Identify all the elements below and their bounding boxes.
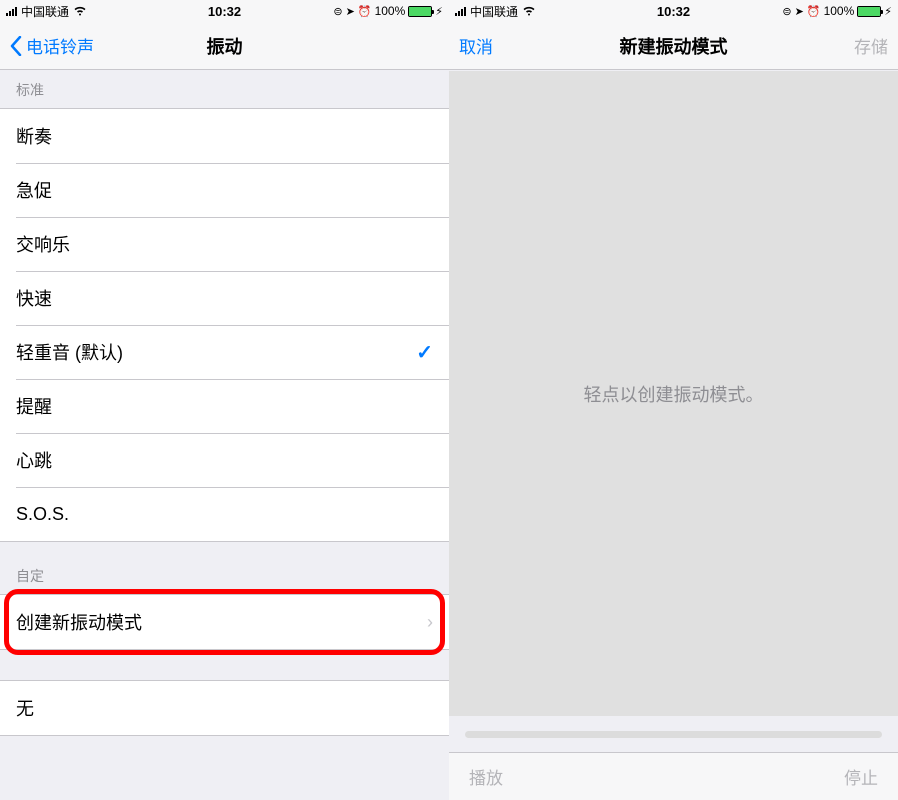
status-right: ⊜ ➤ ⏰ 100% ⚡︎ bbox=[333, 4, 443, 18]
checkmark-icon: ✓ bbox=[416, 340, 433, 365]
standard-list: 断奏 急促 交响乐 快速 轻重音 (默认) ✓ 提醒 心跳 S.O.S. bbox=[0, 108, 449, 542]
wifi-icon bbox=[73, 6, 87, 16]
vibration-option[interactable]: S.O.S. bbox=[0, 487, 449, 541]
wifi-icon bbox=[522, 6, 536, 16]
toolbar: 播放 停止 bbox=[449, 752, 898, 800]
nav-bar: 取消 新建振动模式 存储 bbox=[449, 22, 898, 70]
vibration-option[interactable]: 急促 bbox=[0, 163, 449, 217]
timeline-track bbox=[465, 731, 882, 738]
vibration-option[interactable]: 心跳 bbox=[0, 433, 449, 487]
cancel-button[interactable]: 取消 bbox=[459, 33, 539, 58]
play-button[interactable]: 播放 bbox=[469, 764, 503, 789]
location-icon: ➤ bbox=[346, 5, 355, 18]
cancel-label: 取消 bbox=[459, 33, 493, 58]
option-label: 断奏 bbox=[16, 123, 52, 149]
option-label: 急促 bbox=[16, 177, 52, 203]
tap-hint: 轻点以创建振动模式。 bbox=[584, 381, 764, 407]
charging-icon: ⚡︎ bbox=[435, 5, 443, 18]
right-phone-screen: 中国联通 10:32 ⊜ ➤ ⏰ 100% ⚡︎ 取消 新建振动模式 存储 轻点… bbox=[449, 0, 898, 800]
alarm-icon: ⏰ bbox=[358, 5, 372, 18]
location-icon: ➤ bbox=[795, 5, 804, 18]
vibration-option[interactable]: 提醒 bbox=[0, 379, 449, 433]
create-label: 创建新振动模式 bbox=[16, 609, 142, 635]
status-left: 中国联通 bbox=[455, 3, 536, 20]
save-label: 存储 bbox=[854, 33, 888, 58]
portrait-lock-icon: ⊜ bbox=[782, 5, 791, 18]
custom-list: 创建新振动模式 › bbox=[0, 594, 449, 650]
vibration-option[interactable]: 轻重音 (默认) ✓ bbox=[0, 325, 449, 379]
vibration-tap-area[interactable]: 轻点以创建振动模式。 bbox=[449, 71, 898, 716]
timeline-bar bbox=[449, 716, 898, 752]
vibration-option[interactable]: 交响乐 bbox=[0, 217, 449, 271]
battery-percent: 100% bbox=[375, 4, 406, 18]
page-title: 新建振动模式 bbox=[620, 33, 728, 59]
create-new-vibration[interactable]: 创建新振动模式 › bbox=[0, 595, 449, 649]
carrier-label: 中国联通 bbox=[21, 3, 69, 20]
status-bar: 中国联通 10:32 ⊜ ➤ ⏰ 100% ⚡︎ bbox=[449, 0, 898, 22]
status-time: 10:32 bbox=[657, 4, 690, 19]
stop-button[interactable]: 停止 bbox=[844, 764, 878, 789]
option-label: 提醒 bbox=[16, 393, 52, 419]
chevron-right-icon: › bbox=[427, 612, 433, 633]
vibration-none-option[interactable]: 无 bbox=[0, 681, 449, 735]
page-title: 振动 bbox=[207, 33, 243, 59]
back-label: 电话铃声 bbox=[26, 33, 94, 58]
option-label: 心跳 bbox=[16, 447, 52, 473]
none-list: 无 bbox=[0, 680, 449, 736]
option-label: S.O.S. bbox=[16, 504, 69, 525]
charging-icon: ⚡︎ bbox=[884, 5, 892, 18]
section-header-custom: 自定 bbox=[0, 542, 449, 594]
nav-bar: 电话铃声 振动 bbox=[0, 22, 449, 70]
none-label: 无 bbox=[16, 695, 34, 721]
vibration-option[interactable]: 快速 bbox=[0, 271, 449, 325]
left-phone-screen: 中国联通 10:32 ⊜ ➤ ⏰ 100% ⚡︎ 电话铃声 振动 标准 断奏 急… bbox=[0, 0, 449, 800]
battery-icon bbox=[857, 6, 881, 17]
alarm-icon: ⏰ bbox=[807, 5, 821, 18]
option-label: 交响乐 bbox=[16, 231, 70, 257]
signal-icon bbox=[455, 6, 466, 16]
signal-icon bbox=[6, 6, 17, 16]
carrier-label: 中国联通 bbox=[470, 3, 518, 20]
status-bar: 中国联通 10:32 ⊜ ➤ ⏰ 100% ⚡︎ bbox=[0, 0, 449, 22]
status-right: ⊜ ➤ ⏰ 100% ⚡︎ bbox=[782, 4, 892, 18]
battery-percent: 100% bbox=[824, 4, 855, 18]
save-button[interactable]: 存储 bbox=[808, 33, 888, 58]
vibration-option[interactable]: 断奏 bbox=[0, 109, 449, 163]
option-label: 轻重音 (默认) bbox=[16, 339, 123, 365]
battery-icon bbox=[408, 6, 432, 17]
chevron-left-icon bbox=[10, 36, 22, 56]
section-header-standard: 标准 bbox=[0, 70, 449, 108]
status-time: 10:32 bbox=[208, 4, 241, 19]
portrait-lock-icon: ⊜ bbox=[333, 5, 342, 18]
option-label: 快速 bbox=[16, 285, 52, 311]
status-left: 中国联通 bbox=[6, 3, 87, 20]
back-button[interactable]: 电话铃声 bbox=[10, 33, 94, 58]
